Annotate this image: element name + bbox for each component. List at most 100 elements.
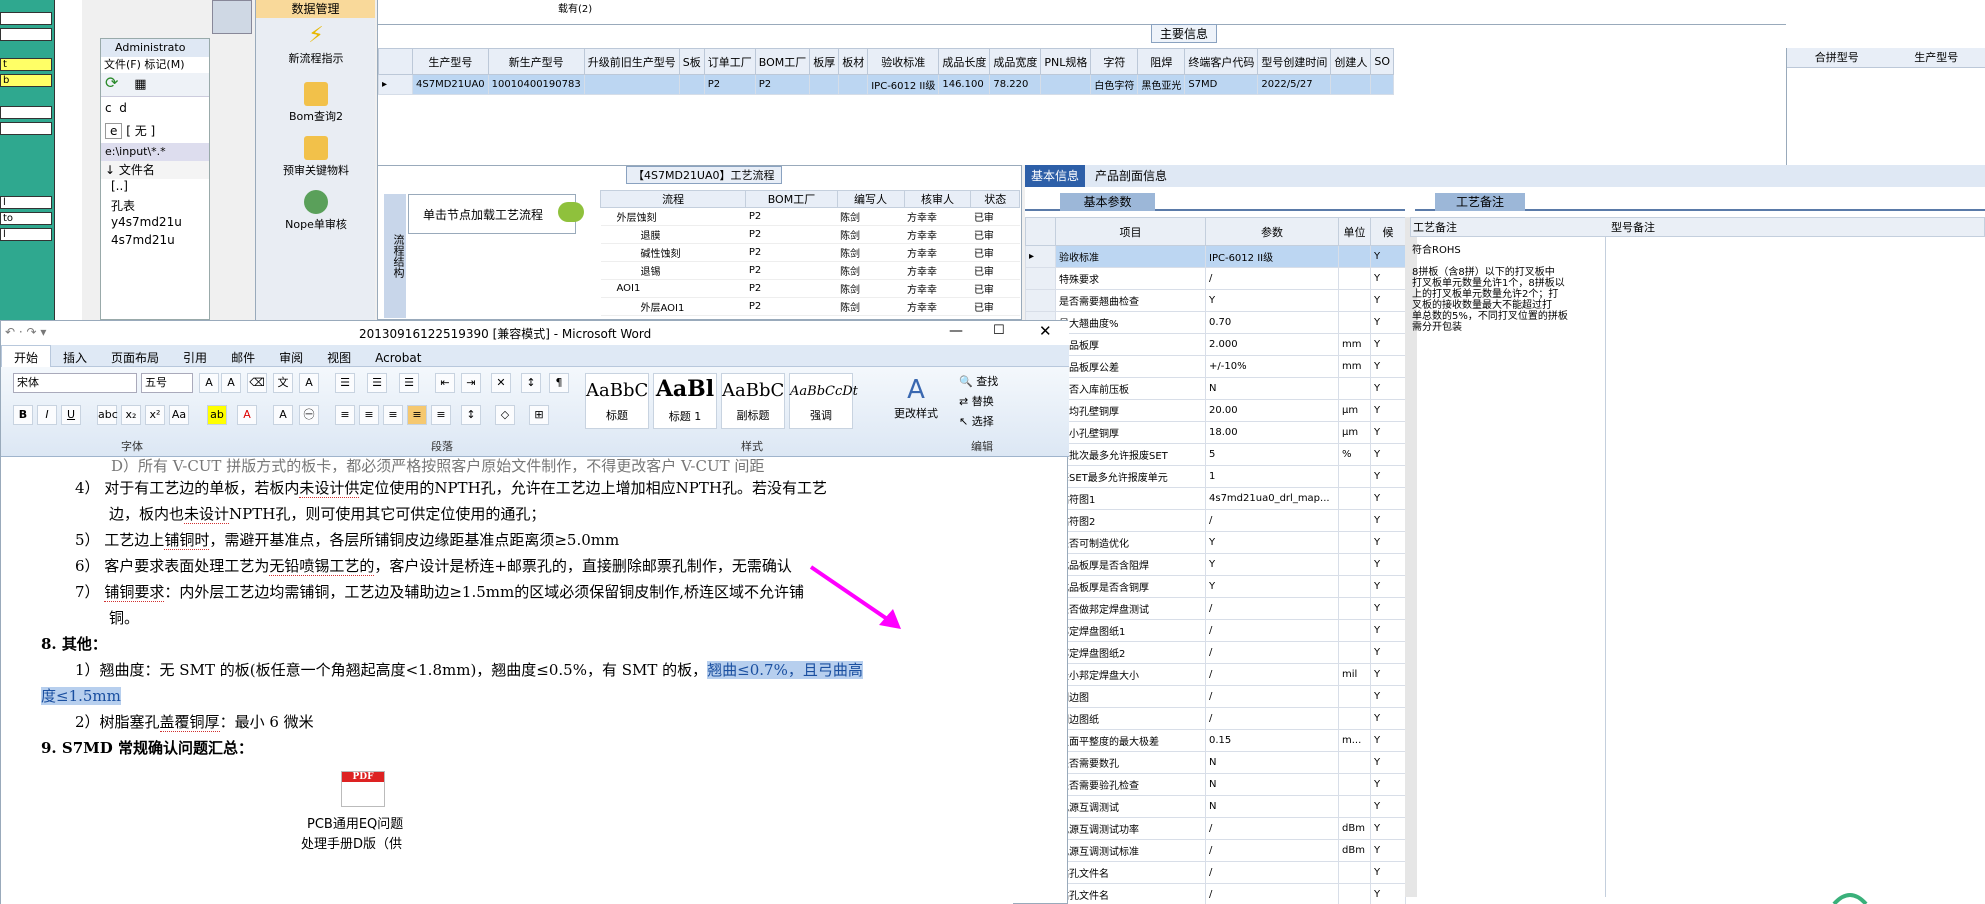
table-cell[interactable]: 电源互调测试 bbox=[1055, 795, 1206, 818]
column-header[interactable]: 流程 bbox=[599, 190, 747, 208]
table-cell[interactable]: Y bbox=[1370, 861, 1406, 884]
table-cell[interactable]: Y bbox=[1370, 597, 1406, 620]
shading-button[interactable]: ◇ bbox=[495, 405, 515, 425]
selected-text[interactable]: 度≤1.5mm bbox=[41, 687, 121, 705]
table-cell[interactable]: Y bbox=[1370, 575, 1406, 598]
table-cell[interactable]: Y bbox=[1370, 795, 1406, 818]
table-cell[interactable]: 2022/5/27 bbox=[1257, 74, 1332, 95]
table-row[interactable]: 钻孔文件名 / Y bbox=[1025, 861, 1406, 884]
table-cell[interactable]: 1 bbox=[1205, 465, 1339, 488]
column-header[interactable]: 参数 bbox=[1205, 217, 1339, 246]
table-cell[interactable]: Y bbox=[1370, 619, 1406, 642]
column-header[interactable]: 单位 bbox=[1338, 217, 1371, 246]
table-cell[interactable] bbox=[1338, 597, 1371, 620]
table-cell[interactable]: 146.100 bbox=[938, 74, 991, 95]
table-cell[interactable]: 最小孔壁铜厚 bbox=[1055, 421, 1206, 444]
char-shading-icon[interactable]: A bbox=[273, 405, 293, 425]
table-cell[interactable]: 特殊要求 bbox=[1055, 267, 1206, 290]
table-cell[interactable]: Y bbox=[1370, 245, 1406, 268]
table-cell[interactable]: 2.000 bbox=[1205, 333, 1339, 356]
table-cell[interactable] bbox=[1370, 74, 1394, 95]
table-cell[interactable]: 验收标准 bbox=[1055, 245, 1206, 268]
table-cell[interactable]: 钻孔文件名 bbox=[1055, 861, 1206, 884]
font-size-select[interactable]: 五号 bbox=[141, 373, 193, 393]
drive-select[interactable]: e bbox=[105, 123, 123, 139]
table-row[interactable]: 是否可制造优化 Y Y bbox=[1025, 531, 1406, 554]
column-header[interactable]: 核审人 bbox=[903, 190, 972, 208]
attachment-label[interactable]: PCB通用EQ问题 bbox=[307, 813, 403, 832]
justify-button[interactable]: ≡ bbox=[407, 405, 427, 425]
sort-button[interactable]: ↕ bbox=[521, 373, 541, 393]
table-row[interactable]: 退膜 P2 陈剑 方幸幸 已审 bbox=[600, 225, 1020, 244]
column-header[interactable]: BOM工厂 bbox=[754, 48, 811, 75]
table-cell[interactable]: IPC-6012 II级 bbox=[867, 74, 940, 95]
table-cell[interactable] bbox=[1338, 773, 1371, 796]
ribbon-tab[interactable]: 开始 bbox=[1, 345, 52, 369]
select-button[interactable]: ↖ 选择 bbox=[959, 413, 994, 429]
table-row[interactable]: 成品板厚是否含阻焊 Y Y bbox=[1025, 553, 1406, 576]
column-header[interactable]: S板 bbox=[678, 48, 705, 75]
table-row[interactable]: 电源互调测试标准 / dBm Y bbox=[1025, 839, 1406, 862]
enclose-char-icon[interactable]: ㊀ bbox=[299, 405, 319, 425]
table-row[interactable]: 是否需要验孔检查 N Y bbox=[1025, 773, 1406, 796]
increase-indent-button[interactable]: ⇥ bbox=[461, 373, 481, 393]
table-cell[interactable]: N bbox=[1205, 377, 1339, 400]
column-name-header[interactable]: ↓ 文件名 bbox=[101, 161, 209, 179]
column-header[interactable]: 终端客户代码 bbox=[1184, 48, 1259, 75]
table-cell[interactable]: 成品板厚是否含阻焊 bbox=[1055, 553, 1206, 576]
table-cell[interactable]: Y bbox=[1205, 531, 1339, 554]
style-emphasis[interactable]: AaBbCcDt 强调 bbox=[789, 373, 858, 429]
table-cell[interactable] bbox=[838, 74, 869, 95]
column-header[interactable]: 板材 bbox=[838, 48, 869, 75]
table-cell[interactable]: mm bbox=[1338, 333, 1371, 356]
ribbon-tab[interactable]: 页面布局 bbox=[99, 346, 171, 369]
table-cell[interactable] bbox=[1338, 487, 1371, 510]
table-cell[interactable]: Y bbox=[1370, 377, 1406, 400]
file-item[interactable]: 孔表 bbox=[101, 197, 209, 215]
nav-item-bom-query[interactable]: Bom查询2 bbox=[256, 82, 376, 124]
table-cell[interactable]: 10010400190783 bbox=[487, 74, 585, 95]
table-cell[interactable] bbox=[1338, 883, 1371, 904]
table-cell[interactable]: μm bbox=[1338, 421, 1371, 444]
chinese-layout-button[interactable]: ✕ bbox=[491, 373, 511, 393]
table-cell[interactable]: Y bbox=[1370, 729, 1406, 752]
table-cell[interactable]: P2 bbox=[703, 74, 756, 95]
table-cell[interactable]: Y bbox=[1370, 531, 1406, 554]
table-cell[interactable]: 成品板厚 bbox=[1055, 333, 1206, 356]
bullets-button[interactable]: ☰ bbox=[335, 373, 355, 393]
table-cell[interactable] bbox=[1338, 465, 1371, 488]
table-row[interactable]: 邦定焊盘图纸1/ Y bbox=[1025, 619, 1406, 642]
table-row[interactable]: 是否需要数孔 N Y bbox=[1025, 751, 1406, 774]
table-cell[interactable]: / bbox=[1205, 641, 1339, 664]
strip-cell[interactable]: to bbox=[0, 212, 52, 225]
table-cell[interactable]: / bbox=[1205, 619, 1339, 642]
table-cell[interactable]: 每SET最多允许报废单元 bbox=[1055, 465, 1206, 488]
char-border-icon[interactable]: A bbox=[299, 373, 319, 393]
table-cell[interactable]: 是否需要数孔 bbox=[1055, 751, 1206, 774]
column-header[interactable]: 候 bbox=[1370, 217, 1406, 246]
table-cell[interactable]: / bbox=[1205, 839, 1339, 862]
minimize-button[interactable]: — bbox=[949, 323, 963, 339]
tab-flow-structure[interactable]: 流程结构 bbox=[384, 194, 406, 318]
table-cell[interactable]: Y bbox=[1370, 751, 1406, 774]
change-case-button[interactable]: Aa bbox=[169, 405, 189, 425]
table-cell[interactable]: Y bbox=[1370, 465, 1406, 488]
ribbon-tab[interactable]: 邮件 bbox=[219, 346, 267, 369]
font-color-button[interactable]: A bbox=[237, 405, 257, 425]
drive-c-button[interactable]: c bbox=[105, 101, 112, 115]
table-cell[interactable] bbox=[1338, 377, 1371, 400]
table-cell[interactable] bbox=[1338, 751, 1371, 774]
row-selector[interactable] bbox=[1025, 289, 1056, 312]
column-header[interactable]: 验收标准 bbox=[867, 48, 940, 75]
table-cell[interactable] bbox=[1338, 531, 1371, 554]
table-cell[interactable] bbox=[583, 74, 680, 95]
table-cell[interactable]: 侧边图 bbox=[1055, 685, 1206, 708]
table-cell[interactable]: 钻符图2 bbox=[1055, 509, 1206, 532]
document-body[interactable]: D）所有 V-CUT 拼版方式的板卡，都必须严格按照客户原始文件制作，不得更改客… bbox=[1, 457, 1013, 904]
table-cell[interactable]: Y bbox=[1370, 707, 1406, 730]
table-cell[interactable]: 0.70 bbox=[1205, 311, 1339, 334]
table-cell[interactable]: Y bbox=[1370, 773, 1406, 796]
column-header[interactable]: BOM工厂 bbox=[745, 190, 838, 208]
maximize-button[interactable]: ☐ bbox=[993, 323, 1005, 338]
table-row[interactable]: 侧边图纸 / Y bbox=[1025, 707, 1406, 730]
